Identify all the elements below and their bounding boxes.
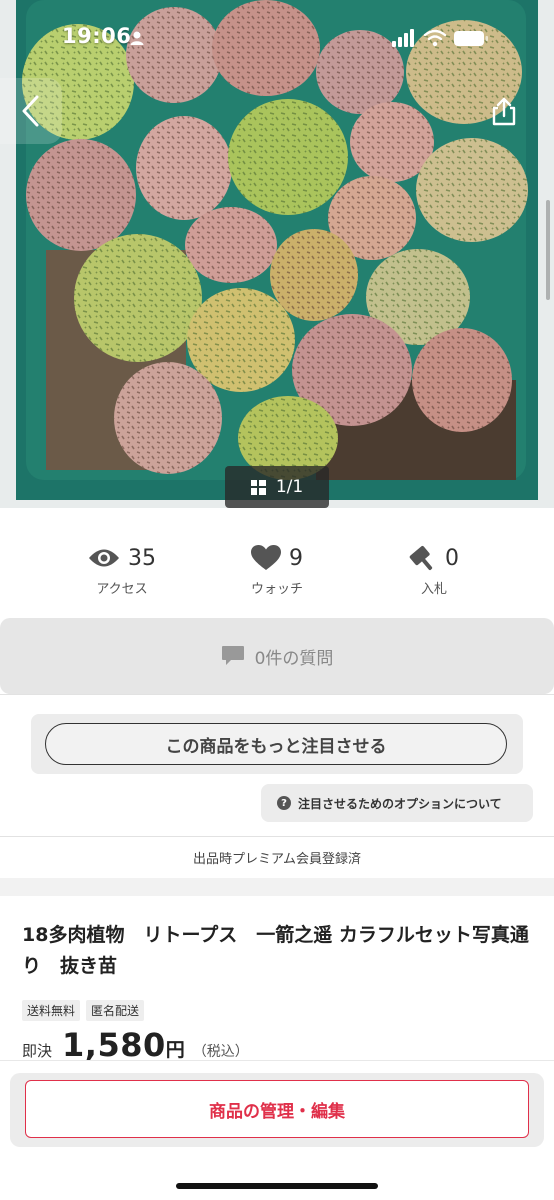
grid-icon [250,479,266,495]
photo-counter[interactable]: 1/1 [225,466,329,508]
bottom-action-bar: 商品の管理・編集 [0,1060,554,1200]
wifi-icon [423,29,447,41]
item-stats: 35 アクセス 9 ウォッチ 0 入札 [0,540,554,610]
question-icon: ? [277,796,291,810]
price-value: 1,580 [62,1026,166,1064]
share-button[interactable] [482,90,526,134]
stat-watch[interactable]: 9 ウォッチ [207,540,347,597]
heart-icon [251,545,281,570]
scrollbar [546,200,550,300]
eye-icon [89,549,119,567]
item-photo[interactable] [16,0,538,500]
promote-button[interactable]: この商品をもっと注目させる [45,723,507,765]
price-unit: 円 [165,1039,185,1061]
anonymous-shipping-badge: 匿名配送 [86,1000,145,1021]
gavel-icon [409,546,433,571]
promote-options-link[interactable]: ? 注目させるためのオプションについて [261,784,533,822]
watch-label: ウォッチ [250,582,303,597]
divider [0,694,554,695]
manage-section: 商品の管理・編集 [10,1073,544,1147]
share-icon [492,97,516,126]
home-indicator[interactable] [176,1183,378,1189]
status-time: 19:06 [62,24,132,48]
chevron-left-icon [22,95,39,127]
tax-note: （税込） [192,1044,249,1060]
manage-edit-button[interactable]: 商品の管理・編集 [25,1080,529,1138]
status-icons [392,29,488,47]
access-label: アクセス [96,582,148,597]
bid-label: 入札 [420,582,447,597]
stat-bids: 0 入札 [364,540,504,597]
back-button[interactable] [0,78,62,144]
premium-note: 出品時プレミアム会員登録済 [192,852,362,867]
questions-label: 0件の質問 [254,648,334,669]
price-kind: 即決 [22,1042,53,1060]
promote-options-label: 注目させるためのオプションについて [298,796,502,811]
lithops-photo-image [16,0,538,500]
speech-bubble-icon [221,646,244,665]
battery-icon [454,31,488,46]
questions-button[interactable]: 0件の質問 [0,618,554,694]
access-count: 35 [128,545,156,571]
watch-count: 9 [289,545,303,571]
divider [0,836,554,837]
signal-icon [392,29,414,47]
person-icon [130,31,144,45]
shipping-badges: 送料無料 匿名配送 [22,1000,145,1021]
bid-count: 0 [445,545,459,571]
item-title: 18多肉植物 リトープス 一箭之遥 カラフルセット写真通り 抜き苗 [22,924,529,977]
photo-counter-text: 1/1 [275,477,304,497]
stat-access: 35 アクセス [52,540,192,597]
promote-section: この商品をもっと注目させる [31,714,523,774]
photo-viewer[interactable]: 19:06 1/1 [0,0,554,508]
free-shipping-badge: 送料無料 [22,1000,81,1021]
section-separator [0,878,554,896]
